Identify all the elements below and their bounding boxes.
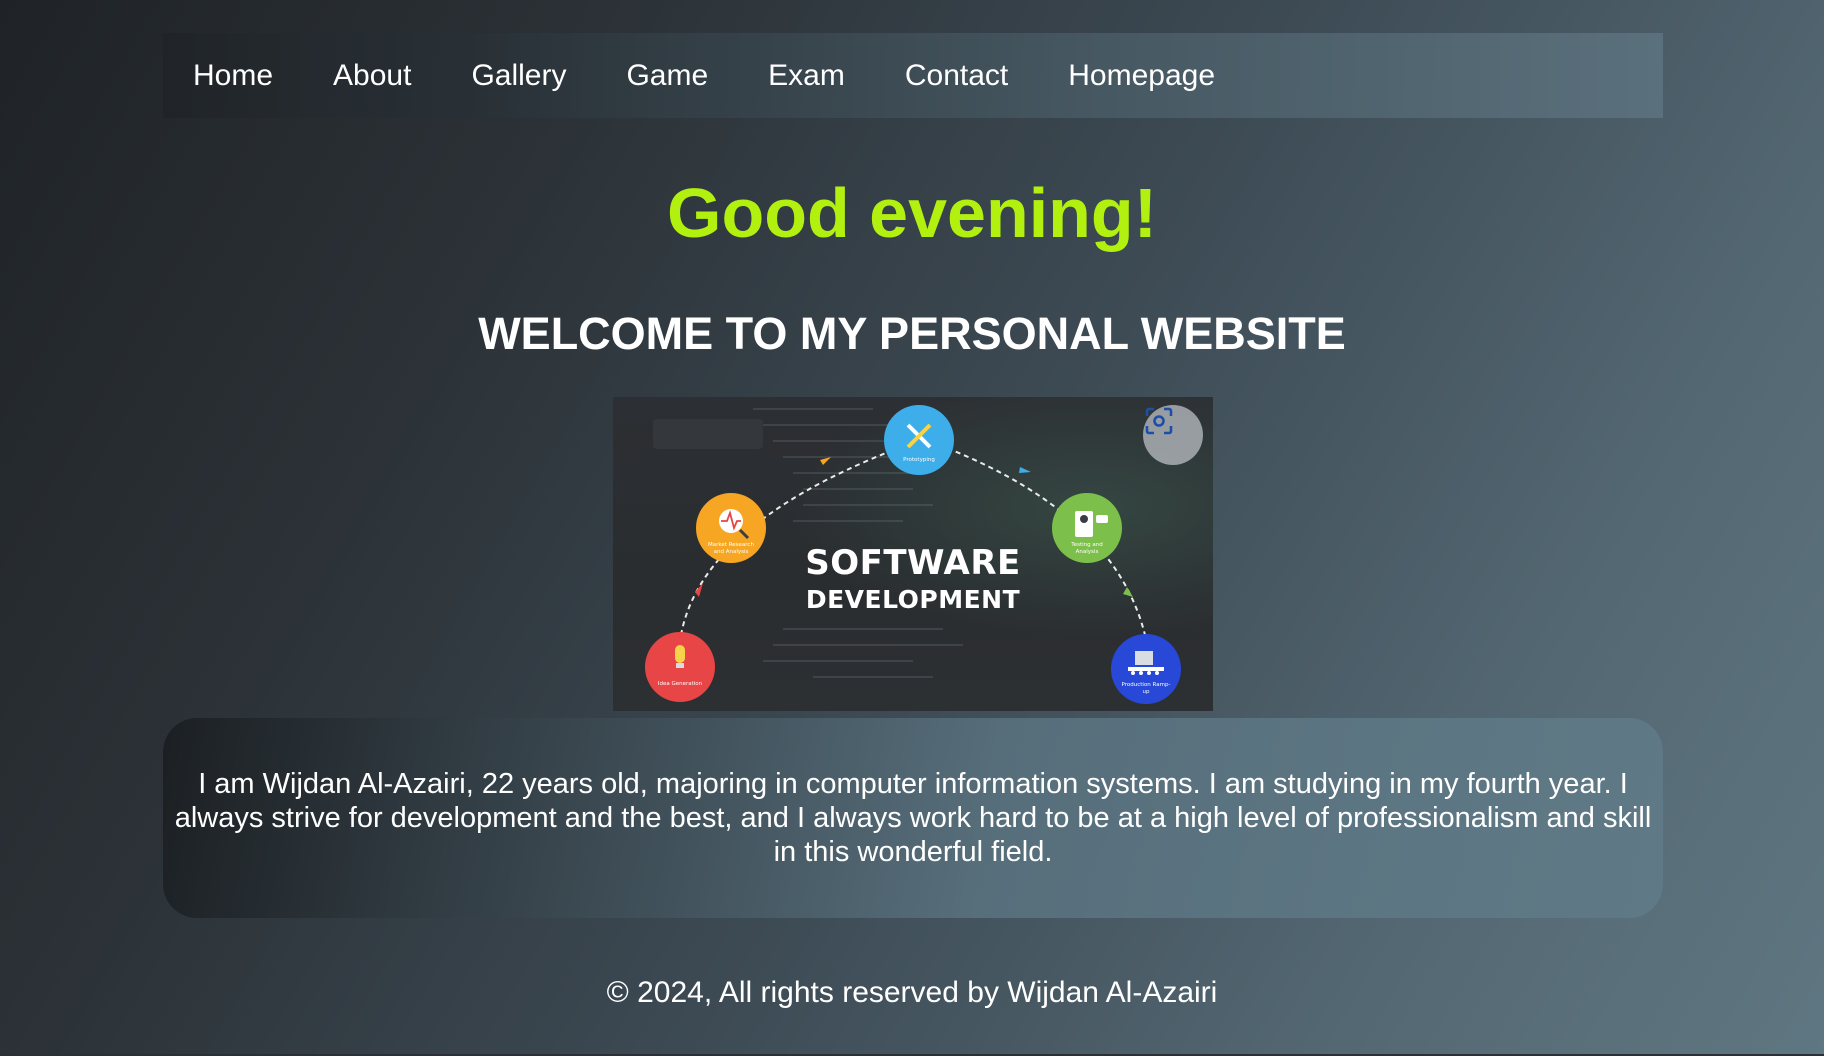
- lens-icon: [1145, 407, 1173, 435]
- idea-generation-icon: [645, 632, 715, 702]
- stage-label-production: Production Ramp-up: [1121, 682, 1171, 695]
- nav-link-about[interactable]: About: [333, 59, 411, 93]
- nav-list: Home About Gallery Game Exam Contact Hom…: [163, 59, 1275, 93]
- hero-title-line2: DEVELOPMENT: [805, 585, 1021, 614]
- top-nav: Home About Gallery Game Exam Contact Hom…: [163, 33, 1663, 118]
- visual-search-button[interactable]: [1143, 405, 1203, 465]
- prototyping-icon: [884, 405, 954, 475]
- nav-link-gallery[interactable]: Gallery: [471, 59, 566, 93]
- stage-label-idea: Idea Generation: [657, 681, 703, 687]
- about-section: I am Wijdan Al-Azairi, 22 years old, maj…: [163, 718, 1663, 918]
- nav-link-game[interactable]: Game: [626, 59, 708, 93]
- stage-label-testing: Testing and Analysis: [1071, 542, 1103, 555]
- hero-title-line1: SOFTWARE: [805, 543, 1021, 583]
- nav-link-contact[interactable]: Contact: [905, 59, 1008, 93]
- nav-link-exam[interactable]: Exam: [768, 59, 845, 93]
- stage-label-prototyping: Prototyping: [903, 457, 935, 463]
- about-paragraph: I am Wijdan Al-Azairi, 22 years old, maj…: [174, 768, 1652, 868]
- greeting-heading: Good evening!: [667, 174, 1157, 252]
- welcome-heading: WELCOME TO MY PERSONAL WEBSITE: [478, 308, 1346, 359]
- nav-link-homepage[interactable]: Homepage: [1068, 59, 1215, 93]
- software-development-image: SOFTWARE DEVELOPMENT Idea Generation Mar…: [613, 397, 1213, 711]
- stage-label-market: Market Research and Analysis: [708, 542, 754, 555]
- footer-copyright: © 2024, All rights reserved by Wijdan Al…: [606, 976, 1218, 1009]
- nav-link-home[interactable]: Home: [193, 59, 273, 93]
